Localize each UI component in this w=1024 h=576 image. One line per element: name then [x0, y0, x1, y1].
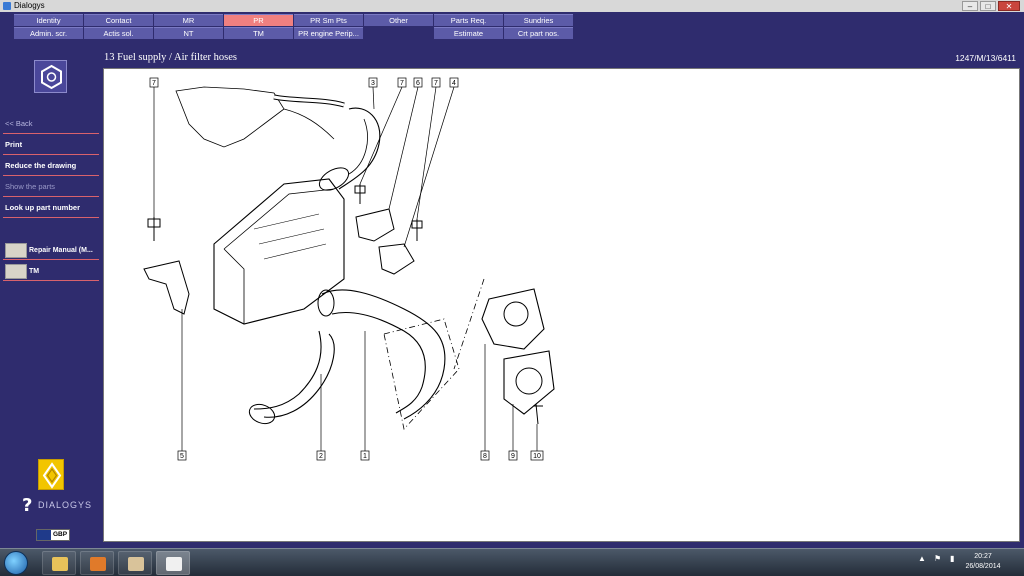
menu-parts-req[interactable]: Parts Req. [434, 14, 503, 26]
title-bar: Dialogys – □ ✕ [0, 0, 1024, 12]
look-up-part-button[interactable]: Look up part number [3, 198, 99, 218]
menu-crt-part-nos[interactable]: Crt part nos. [504, 27, 573, 39]
taskbar-dialogys[interactable] [118, 551, 152, 575]
callout-8: 8 [483, 453, 487, 460]
callout-6: 6 [416, 80, 420, 87]
menu-pr-engine-perip[interactable]: PR engine Perip... [294, 27, 363, 39]
show-hidden-icons[interactable]: ▲ [918, 554, 926, 563]
taskbar-explorer[interactable] [42, 551, 76, 575]
dialogys-window: Dialogys – □ ✕ Identity Contact MR PR PR… [0, 0, 1024, 576]
air-filter-hoses-diagram: 7 3 7 6 7 4 5 2 1 8 9 10 [143, 77, 555, 461]
dialogys-app-icon [128, 557, 144, 571]
windows-taskbar: ▲ ⚑ ▮ 20:27 26/08/2014 [0, 548, 1024, 576]
callout-7a: 7 [152, 80, 156, 87]
reduce-drawing-button[interactable]: Reduce the drawing [3, 156, 99, 176]
callout-4: 4 [452, 80, 456, 87]
media-player-icon [90, 557, 106, 571]
repair-manual-icon [5, 243, 27, 258]
menu-tm[interactable]: TM [224, 27, 293, 39]
menu-empty-slot [364, 27, 433, 39]
close-button[interactable]: ✕ [998, 1, 1020, 11]
window-title: Dialogys [14, 1, 45, 10]
callout-2: 2 [319, 453, 323, 460]
menu-admin-scr[interactable]: Admin. scr. [14, 27, 83, 39]
repair-manual-button[interactable]: Repair Manual (M... [3, 241, 99, 260]
menu-other[interactable]: Other [364, 14, 433, 26]
menu-row-2: Admin. scr. Actis sol. NT TM PR engine P… [14, 27, 574, 39]
page-title: 13 Fuel supply / Air filter hoses [104, 52, 237, 63]
app-icon [3, 2, 11, 10]
menu-estimate[interactable]: Estimate [434, 27, 503, 39]
tm-button[interactable]: TM [3, 262, 99, 281]
menu-nt[interactable]: NT [154, 27, 223, 39]
back-link[interactable]: << Back [3, 114, 99, 134]
dialogys-logo: ? DIALOGYS [22, 495, 93, 516]
exploded-view-drawing: 7 3 7 6 7 4 5 2 1 8 9 10 [103, 68, 1020, 542]
print-button[interactable]: Print [3, 135, 99, 155]
callout-5: 5 [180, 453, 184, 460]
callout-7b: 7 [400, 80, 404, 87]
tm-icon [5, 264, 27, 279]
callout-7c: 7 [434, 80, 438, 87]
renault-logo [38, 459, 64, 490]
dialogys-wordmark: DIALOGYS [38, 500, 93, 510]
system-clock[interactable]: 20:27 26/08/2014 [958, 552, 1008, 572]
uk-flag-icon [37, 530, 51, 540]
menu-mr[interactable]: MR [154, 14, 223, 26]
drawing-reference: 1247/M/13/6411 [955, 53, 1016, 63]
maximize-button[interactable]: □ [980, 1, 996, 11]
taskbar-java[interactable] [156, 551, 190, 575]
top-menu: Identity Contact MR PR PR Sm Pts Other P… [14, 14, 574, 40]
repair-manual-label: Repair Manual (M... [29, 247, 93, 254]
menu-actis-sol[interactable]: Actis sol. [84, 27, 153, 39]
hexagon-bolt-icon[interactable] [34, 60, 67, 93]
taskbar-media[interactable] [80, 551, 114, 575]
currency-selector[interactable]: GBP [36, 529, 70, 541]
clock-time: 20:27 [974, 553, 992, 560]
menu-row-1: Identity Contact MR PR PR Sm Pts Other P… [14, 14, 574, 26]
java-icon [166, 557, 182, 571]
minimize-button[interactable]: – [962, 1, 978, 11]
callout-1: 1 [363, 453, 367, 460]
dialogys-mark-icon: ? [22, 495, 33, 516]
callout-3: 3 [371, 80, 375, 87]
window-controls: – □ ✕ [962, 1, 1020, 11]
menu-sundries[interactable]: Sundries [504, 14, 573, 26]
currency-label: GBP [53, 531, 68, 538]
menu-contact[interactable]: Contact [84, 14, 153, 26]
menu-identity[interactable]: Identity [14, 14, 83, 26]
folder-icon [52, 557, 68, 571]
clock-date: 26/08/2014 [965, 563, 1001, 570]
show-parts-button: Show the parts [3, 177, 99, 197]
callout-9: 9 [511, 453, 515, 460]
battery-icon[interactable]: ▮ [950, 554, 954, 563]
menu-pr[interactable]: PR [224, 14, 293, 26]
start-button[interactable] [4, 551, 28, 575]
flag-icon[interactable]: ⚑ [934, 554, 941, 563]
menu-pr-sm-pts[interactable]: PR Sm Pts [294, 14, 363, 26]
tm-label: TM [29, 268, 40, 275]
callout-10: 10 [533, 453, 541, 460]
